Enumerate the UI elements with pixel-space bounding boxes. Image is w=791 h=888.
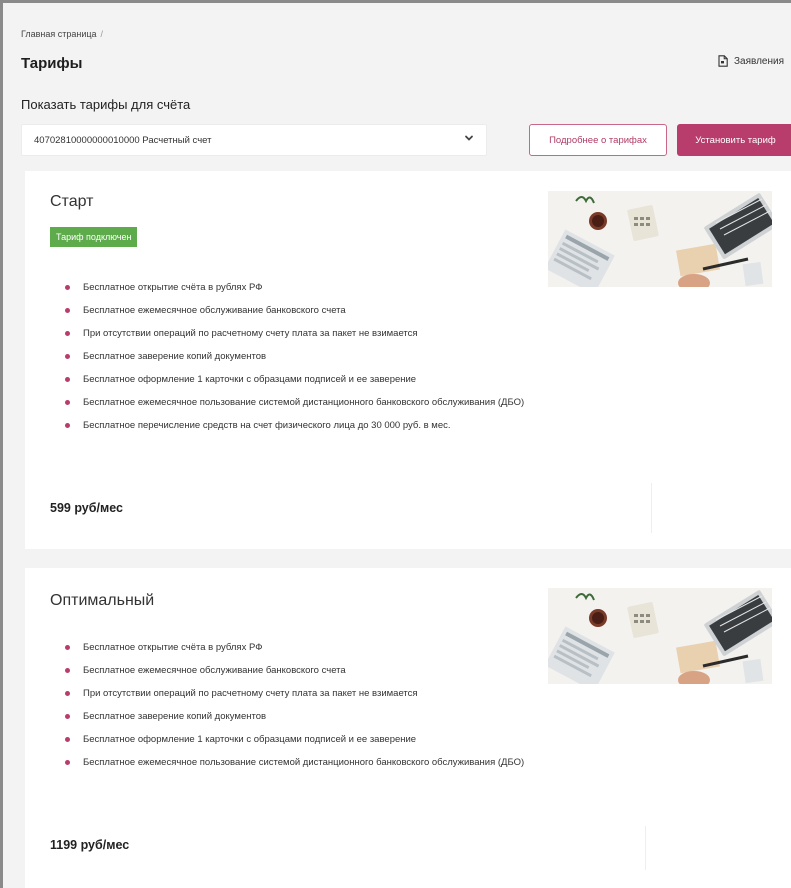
bullet-icon [65, 691, 70, 696]
tariff-card-optimal: Оптимальный Бесплатное открытие счёта в … [25, 568, 791, 888]
feature-text: Бесплатное открытие счёта в рублях РФ [83, 642, 263, 653]
breadcrumb-separator: / [100, 29, 104, 39]
list-item: Бесплатное открытие счёта в рублях РФ [65, 642, 535, 653]
tariff-price: 1199 руб/мес [50, 838, 130, 852]
list-item: Бесплатное оформление 1 карточки с образ… [65, 374, 535, 385]
list-item: Бесплатное перечисление средств на счет … [65, 420, 535, 431]
feature-text: Бесплатное перечисление средств на счет … [83, 420, 451, 431]
feature-text: Бесплатное ежемесячное обслуживание банк… [83, 305, 346, 316]
tariffs-page: Главная страница / Тарифы Заявления Показ… [0, 0, 791, 888]
divider [651, 483, 652, 533]
feature-text: Бесплатное заверение копий документов [83, 351, 267, 362]
list-item: Бесплатное ежемесячное обслуживание банк… [65, 305, 535, 316]
feature-text: Бесплатное оформление 1 карточки с образ… [83, 734, 417, 745]
list-item: Бесплатное заверение копий документов [65, 711, 535, 722]
account-select[interactable]: 40702810000000010000 Расчетный счет [21, 124, 487, 156]
bullet-icon [65, 308, 70, 313]
tariff-name: Оптимальный [50, 592, 155, 609]
applications-link[interactable]: Заявления [718, 55, 784, 67]
feature-text: При отсутствии операций по расчетному сч… [83, 688, 418, 699]
list-item: Бесплатное ежемесячное пользование систе… [65, 397, 535, 408]
list-item: Бесплатное оформление 1 карточки с образ… [65, 734, 535, 745]
feature-text: При отсутствии операций по расчетному сч… [83, 328, 418, 339]
page-title: Тарифы [21, 55, 83, 72]
breadcrumb-home-link[interactable]: Главная страница [21, 29, 97, 39]
bullet-icon [65, 645, 70, 650]
list-item: При отсутствии операций по расчетному сч… [65, 328, 535, 339]
breadcrumb: Главная страница / [21, 29, 103, 39]
status-badge: Тариф подключен [50, 227, 138, 247]
list-item: Бесплатное ежемесячное обслуживание банк… [65, 665, 535, 676]
list-item: Бесплатное ежемесячное пользование систе… [65, 757, 535, 768]
divider [645, 826, 646, 870]
bullet-icon [65, 423, 70, 428]
feature-text: Бесплатное ежемесячное пользование систе… [83, 757, 525, 768]
show-tariffs-label: Показать тарифы для счёта [21, 97, 191, 112]
bullet-icon [65, 354, 70, 359]
tariff-name: Старт [50, 193, 94, 210]
feature-text: Бесплатное открытие счёта в рублях РФ [83, 282, 263, 293]
document-icon [718, 55, 728, 67]
feature-text: Бесплатное ежемесячное обслуживание банк… [83, 665, 346, 676]
tariff-price: 599 руб/мес [50, 501, 123, 515]
feature-text: Бесплатное оформление 1 карточки с образ… [83, 374, 417, 385]
feature-list: Бесплатное открытие счёта в рублях РФ Бе… [65, 642, 535, 780]
feature-text: Бесплатное заверение копий документов [83, 711, 267, 722]
bullet-icon [65, 760, 70, 765]
bullet-icon [65, 714, 70, 719]
feature-text: Бесплатное ежемесячное пользование систе… [83, 397, 525, 408]
bullet-icon [65, 668, 70, 673]
bullet-icon [65, 737, 70, 742]
feature-list: Бесплатное открытие счёта в рублях РФ Бе… [65, 282, 535, 443]
install-tariff-button[interactable]: Установить тариф [677, 124, 791, 156]
bullet-icon [65, 400, 70, 405]
more-about-tariffs-button[interactable]: Подробнее о тарифах [529, 124, 667, 156]
list-item: Бесплатное открытие счёта в рублях РФ [65, 282, 535, 293]
tariff-image [548, 191, 772, 287]
bullet-icon [65, 377, 70, 382]
account-select-value: 40702810000000010000 Расчетный счет [34, 134, 212, 146]
list-item: Бесплатное заверение копий документов [65, 351, 535, 362]
applications-link-label: Заявления [734, 55, 785, 67]
tariff-image [548, 588, 772, 684]
bullet-icon [65, 331, 70, 336]
list-item: При отсутствии операций по расчетному сч… [65, 688, 535, 699]
tariff-card-start: Старт Тариф подключен Бесплатное открыти… [25, 171, 791, 549]
bullet-icon [65, 285, 70, 290]
chevron-down-icon [464, 133, 474, 146]
